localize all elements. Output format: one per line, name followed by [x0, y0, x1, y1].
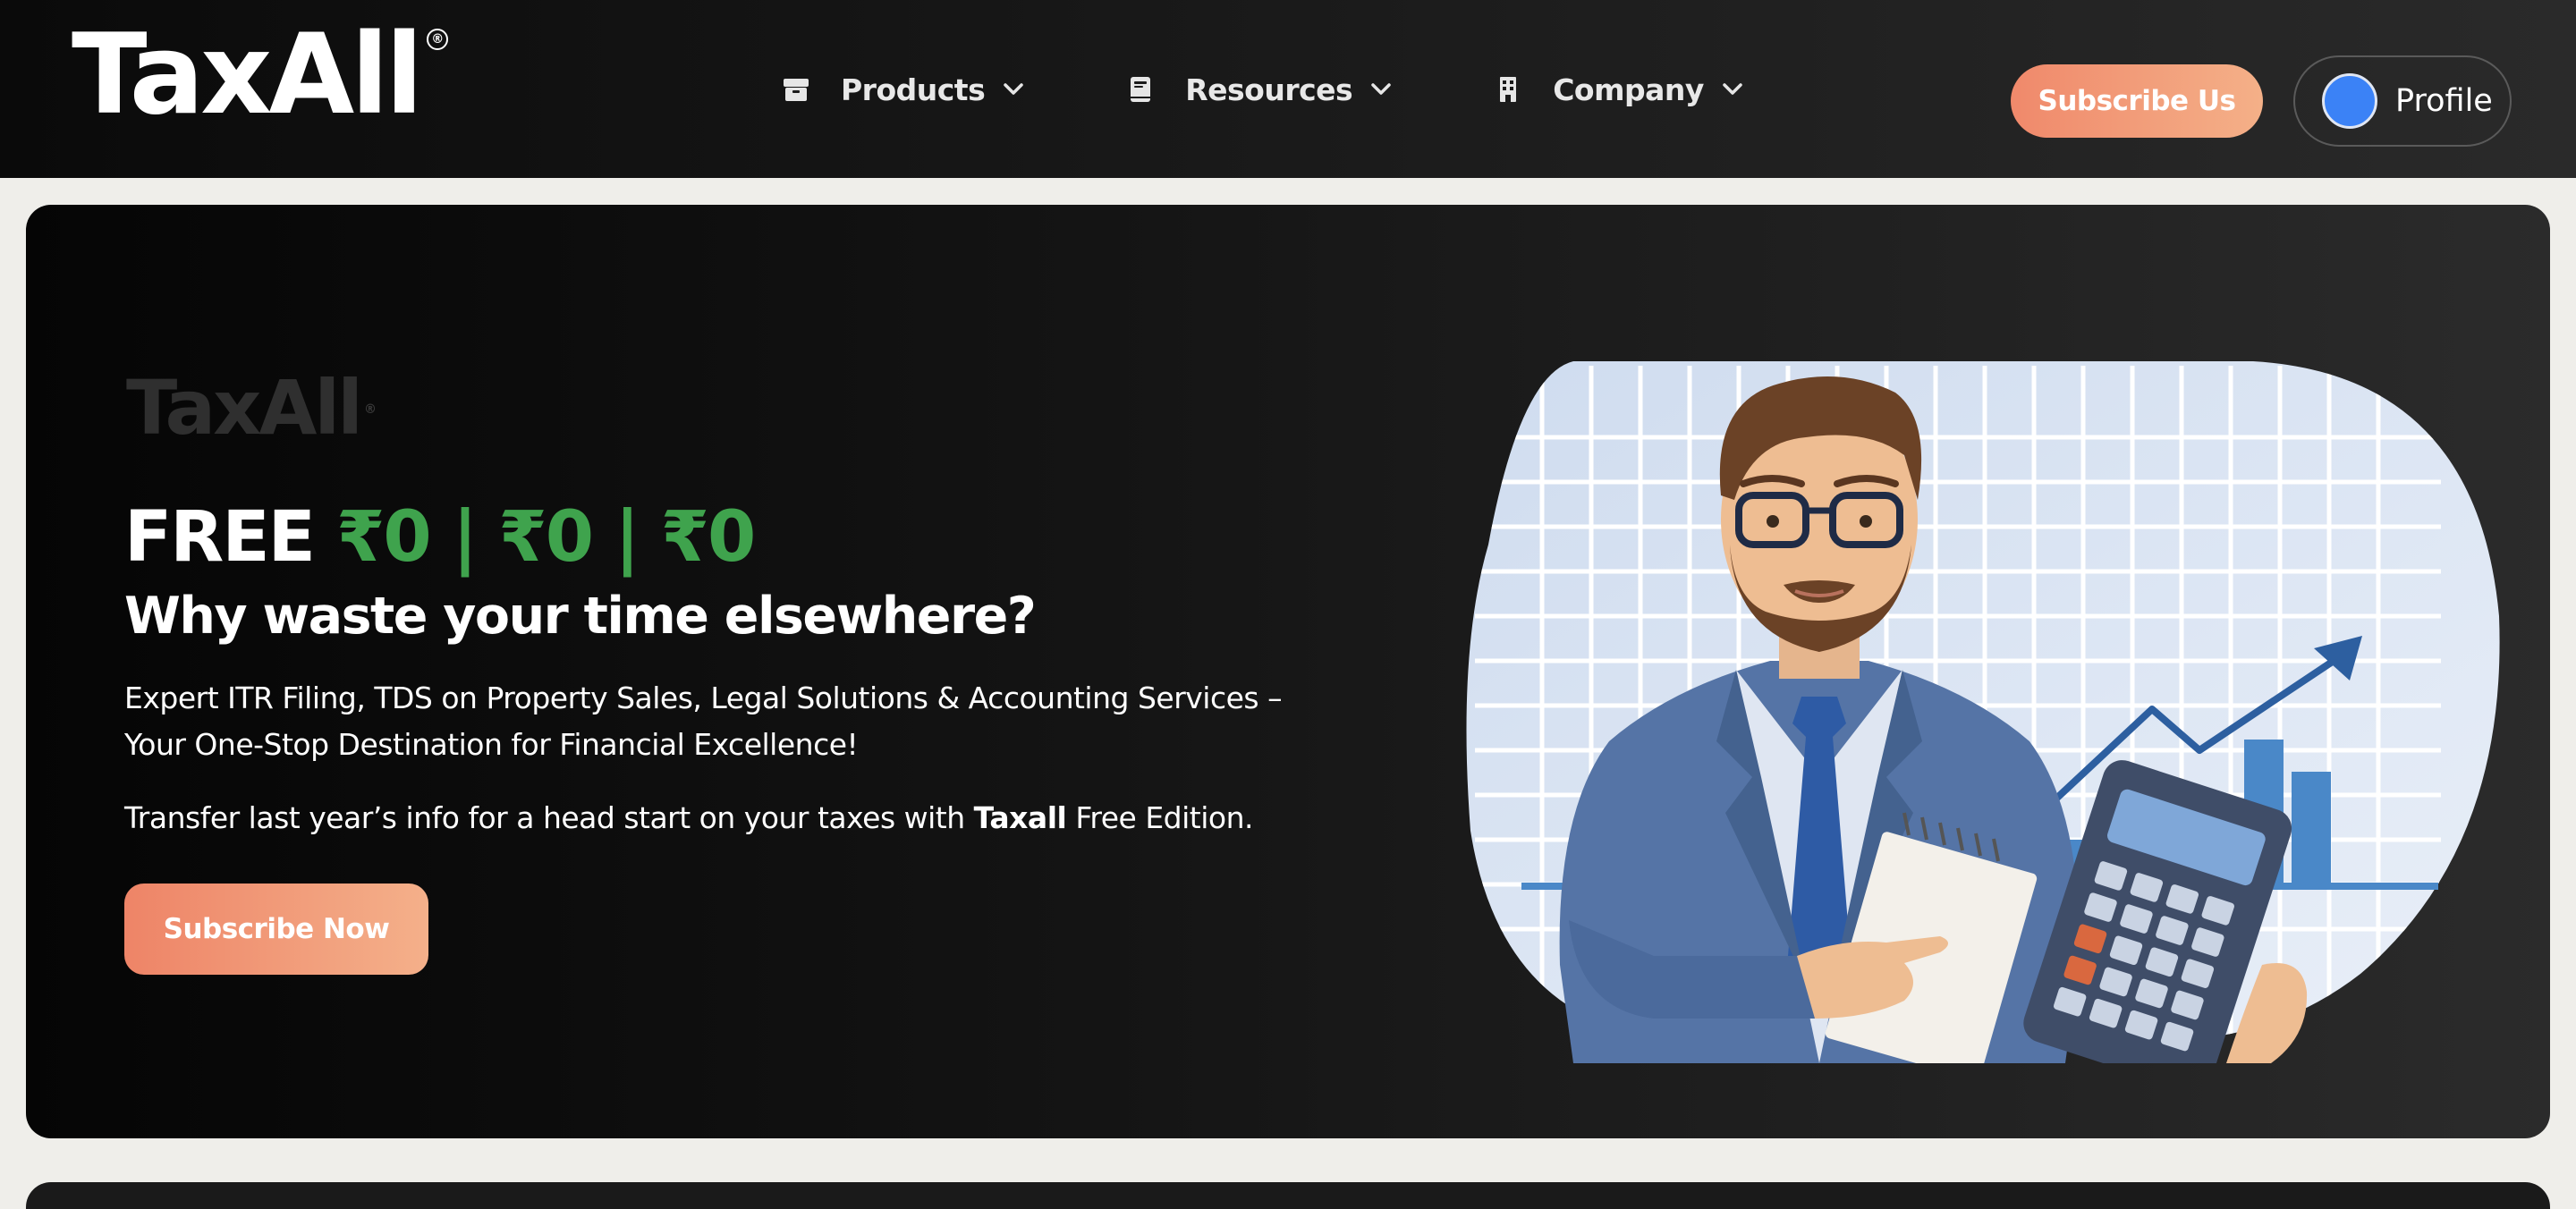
watermark-text: TaxAll	[126, 364, 363, 452]
brand-logo[interactable]: TaxAll ®	[72, 20, 449, 131]
nav-item-resources[interactable]: Resources	[1124, 54, 1394, 125]
nav-label-company: Company	[1553, 72, 1704, 107]
box-icon	[780, 73, 812, 106]
nav-item-company[interactable]: Company	[1492, 54, 1745, 125]
profile-button[interactable]: Profile	[2293, 55, 2512, 147]
avatar	[2322, 73, 2377, 129]
hero-watermark-logo: TaxAll ®	[126, 364, 377, 452]
next-section-edge	[26, 1182, 2550, 1209]
top-navbar: TaxAll ® Products Resources Company Subs…	[0, 0, 2576, 178]
nav-label-products: Products	[841, 72, 986, 107]
hero-price-line: FREE ₹0 | ₹0 | ₹0	[124, 493, 756, 582]
hero-transfer-text: Transfer last year’s info for a head sta…	[124, 795, 1377, 841]
free-price: ₹0 | ₹0 | ₹0	[336, 497, 756, 578]
logo-text: TaxAll	[72, 11, 423, 140]
nav-item-products[interactable]: Products	[780, 54, 1026, 125]
building-icon	[1492, 73, 1524, 106]
main-nav: Products Resources Company	[780, 54, 1745, 125]
subscribe-us-button[interactable]: Subscribe Us	[2011, 64, 2263, 138]
chevron-down-icon	[1720, 77, 1745, 102]
registered-mark: ®	[427, 29, 449, 50]
transfer-brand: Taxall	[973, 800, 1067, 835]
watermark-registered-mark: ®	[363, 402, 377, 417]
chevron-down-icon	[1001, 77, 1026, 102]
transfer-prefix: Transfer last year’s info for a head sta…	[124, 800, 974, 835]
subscribe-now-button[interactable]: Subscribe Now	[124, 884, 428, 975]
free-word: FREE	[124, 497, 316, 578]
transfer-suffix: Free Edition.	[1066, 800, 1254, 835]
book-icon	[1124, 73, 1157, 106]
hero-illustration	[1466, 361, 2500, 1063]
nav-label-resources: Resources	[1185, 72, 1353, 107]
profile-label: Profile	[2395, 83, 2493, 119]
hero-headline: Why waste your time elsewhere?	[124, 587, 1037, 646]
hero-section: TaxAll ® FREE ₹0 | ₹0 | ₹0 Why waste you…	[26, 205, 2550, 1138]
chevron-down-icon	[1368, 77, 1394, 102]
hero-description: Expert ITR Filing, TDS on Property Sales…	[124, 681, 1283, 762]
